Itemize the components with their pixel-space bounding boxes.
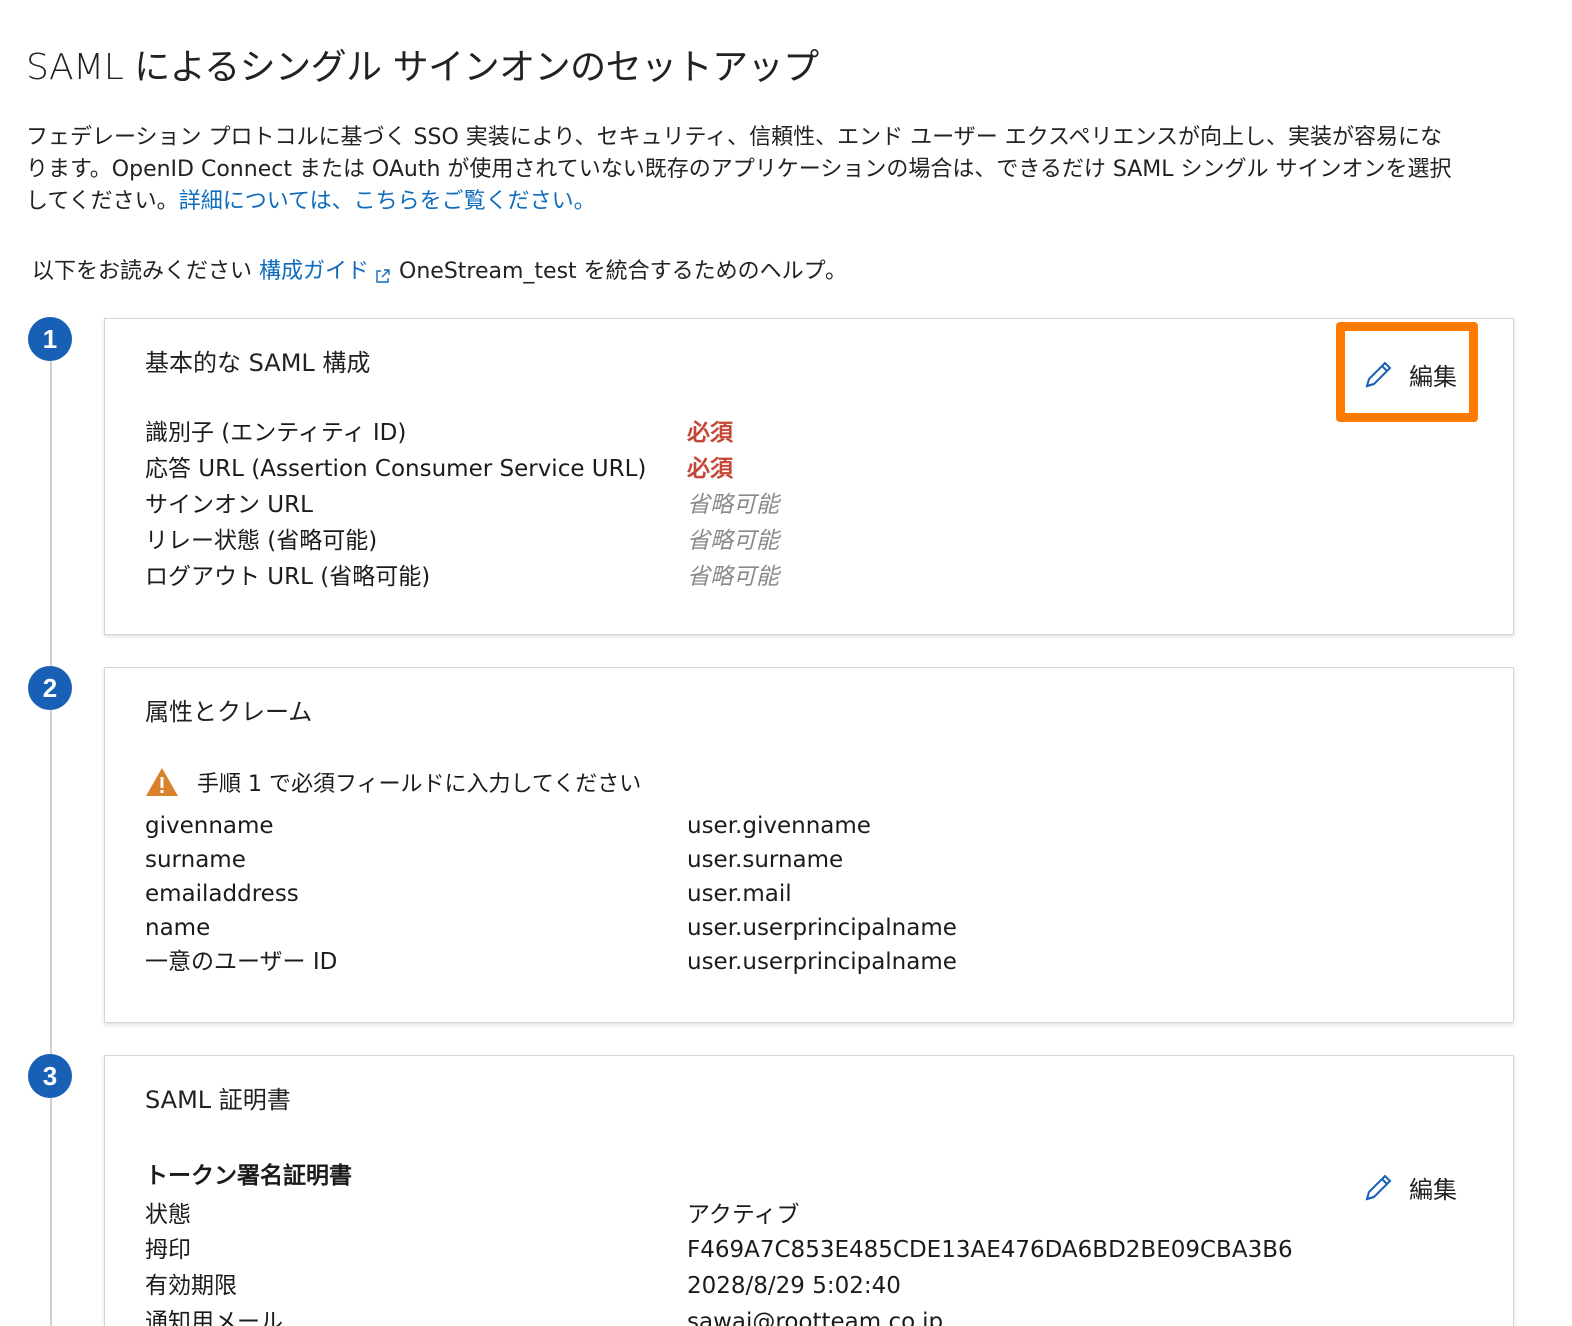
- sign-on-url-value: 省略可能: [687, 492, 779, 518]
- claim-value-unique-user-id: user.userprincipalname: [687, 949, 957, 975]
- external-link-icon: [375, 262, 391, 283]
- cert-notification-email-value: sawai@rootteam.co.jp: [687, 1309, 944, 1326]
- relay-state-label: リレー状態 (省略可能): [145, 528, 378, 554]
- certificate-edit-label: 編集: [1409, 1176, 1457, 1204]
- cert-thumbprint-label: 拇印: [145, 1237, 191, 1263]
- claim-value-givenname: user.givenname: [687, 813, 871, 839]
- step-3-badge: 3: [28, 1054, 72, 1098]
- reply-url-value: 必須: [687, 456, 733, 482]
- claim-name-surname: surname: [145, 847, 246, 873]
- cert-status-value: アクティブ: [687, 1202, 800, 1228]
- intro-line-2: ります。OpenID Connect または OAuth が使用されていない既存…: [26, 157, 1452, 182]
- claim-name-givenname: givenname: [145, 813, 274, 839]
- logout-url-label: ログアウト URL (省略可能): [145, 564, 431, 590]
- sign-on-url-label: サインオン URL: [145, 492, 313, 518]
- identifier-value: 必須: [687, 420, 733, 446]
- configuration-guide-link-label: 構成ガイド: [259, 259, 370, 284]
- claim-value-surname: user.surname: [687, 847, 844, 873]
- guide-suffix: OneStream_test を統合するためのヘルプ。: [399, 259, 848, 284]
- learn-more-link[interactable]: 詳細については、こちらをご覧ください。: [179, 189, 596, 214]
- claim-name-name: name: [145, 915, 211, 941]
- claim-name-emailaddress: emailaddress: [145, 881, 299, 907]
- identifier-label: 識別子 (エンティティ ID): [145, 420, 407, 446]
- step-1-badge: 1: [28, 317, 72, 361]
- configuration-guide-line: 以下をお読みください 構成ガイド OneStream_test を統合するためのヘ…: [32, 256, 847, 288]
- cert-notification-email-label: 通知用メール: [145, 1309, 283, 1326]
- cert-thumbprint-value: F469A7C853E485CDE13AE476DA6BD2BE09CBA3B6: [687, 1237, 1293, 1263]
- basic-saml-config-title: 基本的な SAML 構成: [145, 349, 371, 377]
- edit-button-highlight: [1336, 322, 1478, 422]
- intro-line-3: してください。詳細については、こちらをご覧ください。: [26, 186, 1572, 218]
- step-2-badge: 2: [28, 666, 72, 710]
- logout-url-value: 省略可能: [687, 564, 779, 590]
- attributes-claims-card: 属性とクレーム 手順 1 で必須フィールドに入力してください givenname…: [104, 667, 1514, 1023]
- guide-prefix: 以下をお読みください: [32, 259, 253, 284]
- steps-timeline: [50, 340, 52, 1326]
- claim-name-unique-user-id: 一意のユーザー ID: [145, 949, 338, 975]
- required-fields-warning: 手順 1 で必須フィールドに入力してください: [145, 766, 641, 798]
- saml-setup-page: SAML によるシングル サインオンのセットアップ フェデレーション プロトコル…: [0, 0, 1572, 1326]
- attributes-claims-title: 属性とクレーム: [145, 698, 313, 726]
- reply-url-label: 応答 URL (Assertion Consumer Service URL): [145, 456, 647, 482]
- page-title: SAML によるシングル サインオンのセットアップ: [26, 47, 819, 88]
- warning-icon: [146, 768, 178, 796]
- basic-saml-config-card: 基本的な SAML 構成 編集 識別子 (エンティティ ID) 必須 応答 UR…: [104, 318, 1514, 635]
- intro-paragraph: フェデレーション プロトコルに基づく SSO 実装により、セキュリティ、信頼性、…: [26, 122, 1572, 218]
- certificate-edit-button[interactable]: 編集: [1361, 1170, 1457, 1205]
- relay-state-value: 省略可能: [687, 528, 779, 554]
- intro-line-1: フェデレーション プロトコルに基づく SSO 実装により、セキュリティ、信頼性、…: [26, 125, 1443, 150]
- saml-certificate-card: SAML 証明書 トークン署名証明書 編集 状態 アクティブ 拇印 F469A7…: [104, 1055, 1514, 1326]
- claim-value-name: user.userprincipalname: [687, 915, 957, 941]
- cert-expiry-label: 有効期限: [145, 1273, 237, 1299]
- intro-line-3-text: してください。: [26, 189, 179, 214]
- required-fields-warning-text: 手順 1 で必須フィールドに入力してください: [197, 772, 642, 797]
- configuration-guide-link[interactable]: 構成ガイド: [259, 259, 399, 284]
- claim-value-emailaddress: user.mail: [687, 881, 792, 907]
- cert-expiry-value: 2028/8/29 5:02:40: [687, 1273, 901, 1299]
- saml-certificate-title: SAML 証明書: [145, 1086, 291, 1114]
- token-signing-cert-heading: トークン署名証明書: [145, 1163, 352, 1189]
- pencil-icon: [1365, 1174, 1392, 1200]
- cert-status-label: 状態: [145, 1202, 191, 1228]
